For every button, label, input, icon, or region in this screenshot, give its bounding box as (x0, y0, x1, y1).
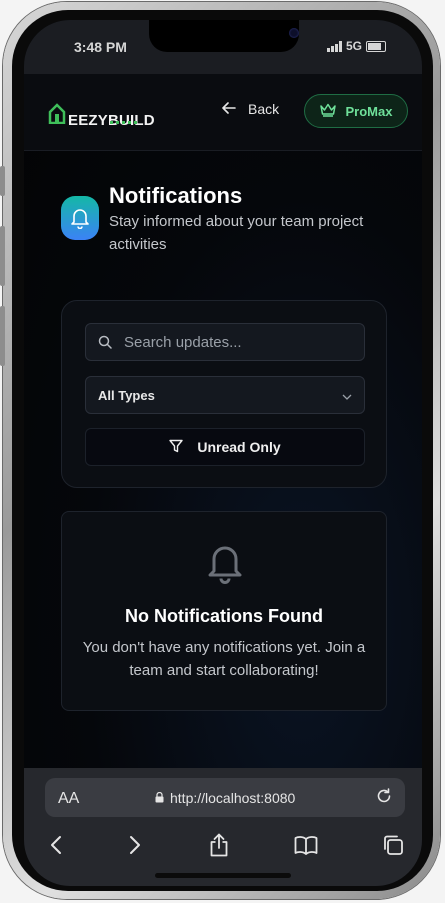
share-icon[interactable] (204, 830, 234, 860)
mute-switch (0, 166, 5, 196)
signal-icon (326, 40, 342, 52)
unread-only-button[interactable]: Unread Only (85, 428, 365, 466)
forward-arrow-icon[interactable] (120, 830, 150, 860)
back-button[interactable]: Back (222, 101, 279, 117)
app-viewport: EEZYBUILD Back ProMax (24, 74, 422, 768)
unread-only-label: Unread Only (197, 439, 281, 455)
address-bar[interactable]: AA http://localhost:8080 (45, 778, 405, 817)
browser-toolbar: AA http://localhost:8080 (24, 768, 422, 886)
promax-button[interactable]: ProMax (304, 94, 408, 128)
arrow-left-icon (222, 101, 236, 117)
url-text: http://localhost:8080 (170, 790, 296, 806)
app-header: EEZYBUILD Back ProMax (24, 74, 422, 151)
dynamic-island (149, 20, 299, 52)
network-label: 5G (345, 39, 362, 53)
crown-icon (319, 103, 336, 120)
chevron-down-icon (342, 388, 352, 403)
reload-icon[interactable] (375, 787, 393, 810)
empty-state-title: No Notifications Found (125, 606, 323, 626)
house-logo-icon (48, 102, 66, 129)
back-arrow-icon[interactable] (41, 830, 71, 860)
search-input[interactable] (122, 332, 356, 352)
empty-state-message: You don't have any notifications yet. Jo… (82, 639, 366, 679)
page-title: Notifications (109, 183, 243, 208)
logo[interactable]: EEZYBUILD (48, 102, 155, 129)
camera (289, 28, 299, 38)
logo-dots (110, 121, 137, 124)
volume-down-button (0, 306, 5, 366)
browser-nav-row (24, 830, 422, 860)
bell-icon (206, 542, 244, 589)
type-select[interactable]: All Types (85, 376, 365, 414)
volume-up-button (0, 226, 5, 286)
reader-settings-button[interactable]: AA (58, 790, 79, 808)
url-display[interactable]: http://localhost:8080 (155, 790, 295, 806)
bookmarks-icon[interactable] (291, 830, 321, 860)
status-bar: 3:48 PM 5G (24, 20, 422, 74)
tabs-icon[interactable] (378, 830, 408, 860)
battery-icon (366, 40, 386, 52)
filter-icon (169, 439, 184, 456)
empty-state-card: No Notifications Found You don't have an… (61, 511, 387, 711)
aa-label: AA (58, 790, 80, 807)
search-field[interactable] (85, 323, 365, 361)
page-subtitle: Stay informed about your team project ac… (109, 213, 364, 253)
search-icon (98, 335, 112, 349)
filter-card: All Types Unread Only (61, 300, 387, 488)
status-time: 3:48 PM (74, 39, 127, 55)
bell-icon (61, 196, 99, 240)
status-icons: 5G (326, 39, 386, 53)
home-indicator[interactable] (155, 873, 291, 878)
promax-label: ProMax (345, 103, 393, 119)
lock-icon (155, 790, 164, 806)
back-label: Back (248, 101, 280, 117)
type-select-value: All Types (98, 387, 155, 403)
phone-screen: 3:48 PM 5G EEZYBUILD (24, 20, 422, 886)
